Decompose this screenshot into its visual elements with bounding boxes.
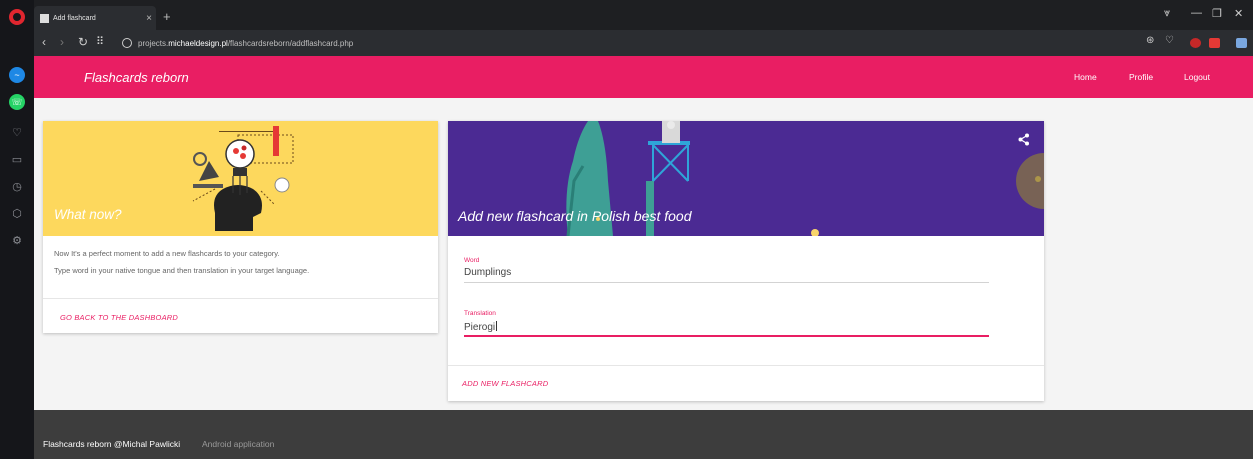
address-bar-row: ‹ › ↻ ⠿ projects.michaeldesign.pl/flashc…: [34, 30, 1253, 56]
info-card-divider: [43, 298, 438, 299]
filter-icon[interactable]: ⩔: [1164, 7, 1170, 20]
info-card-title: What now?: [54, 207, 122, 222]
word-input[interactable]: Dumplings: [464, 267, 511, 278]
back-to-dashboard-link[interactable]: GO BACK TO THE DASHBOARD: [60, 313, 178, 322]
footer-android-link[interactable]: Android application: [202, 439, 274, 449]
extension-icon[interactable]: [1209, 38, 1220, 48]
history-icon[interactable]: ◷: [9, 178, 25, 194]
globe-icon: [122, 38, 132, 48]
info-card-hero: What now?: [43, 121, 438, 236]
translation-input-underline: [464, 335, 989, 337]
opera-logo-icon[interactable]: [9, 9, 25, 25]
page-viewport: Flashcards reborn Home Profile Logout Wh…: [34, 56, 1253, 459]
address-bar[interactable]: projects.michaeldesign.pl/flashcardsrebo…: [122, 34, 1152, 52]
heart-icon[interactable]: ♡: [9, 124, 25, 140]
forward-icon[interactable]: ›: [60, 35, 64, 49]
battery-icon[interactable]: [1236, 38, 1247, 48]
add-flashcard-card: Add new flashcard in Polish best food Wo…: [448, 121, 1044, 401]
tab-title: Add flashcard: [53, 14, 96, 22]
info-card-text-line1: Now It's a perfect moment to add a new f…: [54, 249, 280, 258]
cube-icon[interactable]: ⬡: [9, 205, 25, 221]
navbar: Flashcards reborn Home Profile Logout: [34, 56, 1253, 98]
back-icon[interactable]: ‹: [42, 35, 46, 49]
close-tab-icon[interactable]: ×: [142, 13, 156, 24]
nav-logout-link[interactable]: Logout: [1184, 72, 1210, 82]
new-tab-icon[interactable]: +: [163, 9, 171, 24]
tabs-icon[interactable]: ▭: [9, 151, 25, 167]
minimize-icon[interactable]: —: [1191, 7, 1202, 19]
nav-profile-link[interactable]: Profile: [1129, 72, 1153, 82]
word-label: Word: [464, 257, 480, 264]
tab-strip: Add flashcard × + ⩔ — ❐ ✕: [34, 0, 1253, 30]
form-card-title: Add new flashcard in Polish best food: [458, 208, 692, 224]
nav-home-link[interactable]: Home: [1074, 72, 1097, 82]
form-card-hero: Add new flashcard in Polish best food: [448, 121, 1044, 236]
browser-sidebar: ~ ☏ ♡ ▭ ◷ ⬡ ⚙: [0, 0, 34, 459]
info-card: What now? Now It's a perfect moment to a…: [43, 121, 438, 333]
whatsapp-icon[interactable]: ☏: [9, 94, 25, 110]
close-window-icon[interactable]: ✕: [1234, 7, 1243, 20]
info-card-text-line2: Type word in your native tongue and then…: [54, 266, 310, 275]
add-new-flashcard-button[interactable]: ADD NEW FLASHCARD: [462, 379, 548, 388]
messenger-icon[interactable]: ~: [9, 67, 25, 83]
share-icon[interactable]: [1018, 133, 1030, 146]
brand-link[interactable]: Flashcards reborn: [84, 70, 189, 85]
translation-label: Translation: [464, 310, 496, 317]
settings-icon[interactable]: ⚙: [9, 232, 25, 248]
form-card-divider: [448, 365, 1044, 366]
url-text[interactable]: projects.michaeldesign.pl/flashcardsrebo…: [138, 39, 353, 48]
text-caret: [496, 321, 498, 331]
browser-tab[interactable]: Add flashcard ×: [34, 6, 156, 30]
reload-icon[interactable]: ↻: [78, 35, 88, 49]
vpn-icon[interactable]: ⊛: [1146, 35, 1154, 46]
page-favicon-icon: [40, 13, 49, 23]
shield-icon[interactable]: ♡: [1165, 35, 1174, 46]
word-input-underline: [464, 282, 989, 283]
adblock-extension-icon[interactable]: [1190, 38, 1201, 48]
footer-copyright: Flashcards reborn @Michal Pawlicki: [43, 439, 181, 449]
maximize-icon[interactable]: ❐: [1212, 7, 1222, 20]
speed-dial-icon[interactable]: ⠿: [96, 35, 104, 48]
footer: Flashcards reborn @Michal Pawlicki Andro…: [34, 410, 1253, 459]
translation-input[interactable]: Pierogi: [464, 321, 498, 333]
